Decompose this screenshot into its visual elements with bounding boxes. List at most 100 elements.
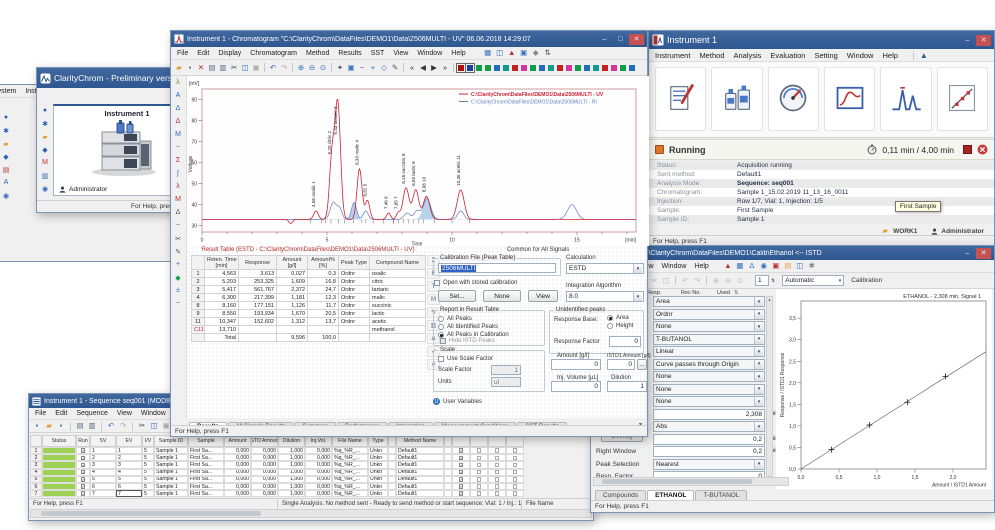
paste-icon[interactable]: ▣ bbox=[251, 63, 261, 73]
calibration-minimize-button[interactable]: – bbox=[960, 248, 975, 259]
menu-window[interactable]: Window bbox=[847, 51, 874, 60]
signal-color-square-5[interactable] bbox=[503, 65, 509, 71]
seq-col-Status[interactable]: Status bbox=[42, 435, 76, 447]
peak-icon[interactable]: ▲ bbox=[507, 48, 517, 58]
pen2-icon[interactable]: ✎ bbox=[171, 245, 185, 258]
sequence-row-5[interactable]: 5✓555Sample 1First Sa...0,0000,0001,0000… bbox=[30, 476, 524, 483]
export-icon[interactable]: ◆ bbox=[531, 48, 541, 58]
overlay-icon[interactable]: ▦ bbox=[483, 48, 493, 58]
result-row[interactable]: 1110,347152,6021,31213,7Ordnracetic bbox=[192, 318, 426, 326]
signal-color-square-4[interactable] bbox=[494, 65, 500, 71]
stack-icon[interactable]: ▣ bbox=[771, 261, 781, 271]
inj-volume-input[interactable]: 0 bbox=[551, 381, 601, 392]
level-icon[interactable]: ± bbox=[171, 284, 185, 297]
param-select-6[interactable]: None▾ bbox=[653, 371, 765, 382]
solvents-bottles-button[interactable] bbox=[711, 67, 762, 131]
result-col-Amount[interactable]: Amount[g/l] bbox=[277, 256, 308, 270]
axes-icon[interactable]: A bbox=[171, 89, 185, 102]
menu-window[interactable]: Window bbox=[662, 263, 687, 270]
result-col-Amount%[interactable]: Amount%[%] bbox=[308, 256, 339, 270]
signal-color-square-9[interactable] bbox=[539, 65, 545, 71]
seq-col-I/V[interactable]: I/V bbox=[142, 435, 154, 447]
menu-file[interactable]: File bbox=[35, 410, 46, 417]
signal-color-square-11[interactable] bbox=[557, 65, 563, 71]
menu-method[interactable]: Method bbox=[699, 51, 724, 60]
signal-color-square-14[interactable] bbox=[584, 65, 590, 71]
menu-window[interactable]: Window bbox=[417, 50, 442, 57]
checkbox-cell[interactable]: ✓ bbox=[452, 461, 470, 468]
close-file-icon[interactable]: ✕ bbox=[196, 63, 206, 73]
param-select-1[interactable]: Ordnr▾ bbox=[653, 309, 765, 320]
print-icon[interactable]: ▤ bbox=[207, 63, 217, 73]
single-analysis-button[interactable] bbox=[824, 67, 875, 131]
sequence-hscrollbar[interactable] bbox=[30, 509, 592, 518]
status-cell[interactable] bbox=[42, 469, 76, 476]
pen-icon[interactable]: ✎ bbox=[390, 63, 400, 73]
instrument-minimize-button[interactable]: – bbox=[960, 35, 975, 46]
chrom-close-button[interactable]: ✕ bbox=[629, 34, 644, 45]
menu-chromatogram[interactable]: Chromatogram bbox=[250, 50, 297, 57]
seq-col-0[interactable] bbox=[30, 435, 42, 447]
sequence-row-2[interactable]: 2✓225Sample 1First Sa...0,0000,0001,0000… bbox=[30, 454, 524, 461]
menu-help[interactable]: Help bbox=[882, 51, 897, 60]
first-chrom-icon[interactable]: « bbox=[407, 63, 417, 73]
spinner-arrows-icon[interactable]: ⇅ bbox=[771, 278, 775, 284]
more-button[interactable]: ... bbox=[637, 359, 647, 370]
param-input-9[interactable]: 2,308 bbox=[653, 409, 765, 420]
chromatogram-window-button[interactable] bbox=[880, 67, 931, 131]
sigma-icon[interactable]: Σ bbox=[171, 154, 185, 167]
checkbox-cell[interactable]: ✓ bbox=[452, 447, 470, 454]
calibration-chart[interactable]: ETHANOL - 2,308 min, Signal 10,00,51,01,… bbox=[776, 289, 992, 489]
param-select-8[interactable]: None▾ bbox=[653, 396, 765, 407]
copy-icon[interactable]: ◫ bbox=[240, 63, 250, 73]
result-col-Peak Type[interactable]: Peak Type bbox=[339, 256, 370, 270]
delta2-icon[interactable]: Δ bbox=[171, 206, 185, 219]
menu-method[interactable]: Method bbox=[306, 50, 329, 57]
signal-color-square-10[interactable] bbox=[548, 65, 554, 71]
menu-instrument[interactable]: Instrument bbox=[655, 51, 690, 60]
checkbox-cell[interactable]: ✓ bbox=[76, 476, 90, 483]
param-select-10[interactable]: Abs▾ bbox=[653, 421, 765, 432]
help-globe-icon[interactable]: ◉ bbox=[0, 189, 13, 202]
shield-icon[interactable]: ◆ bbox=[38, 143, 52, 156]
signal-color-square-12[interactable] bbox=[566, 65, 572, 71]
compare-icon[interactable]: ◫ bbox=[495, 48, 505, 58]
result-row[interactable]: C1113,710methanol bbox=[192, 326, 426, 334]
checkbox-cell[interactable]: ✓ bbox=[452, 483, 470, 490]
checkbox-cell[interactable]: ✓ bbox=[452, 454, 470, 461]
admin-badge[interactable]: Administrator bbox=[931, 228, 984, 235]
method-setup-button[interactable] bbox=[655, 67, 706, 131]
integrate-icon[interactable]: ∫ bbox=[171, 167, 185, 180]
sequence-row-1[interactable]: 1✓115Sample 1First Sa...0,0000,0001,0000… bbox=[30, 447, 524, 454]
cut-icon[interactable]: ✂ bbox=[229, 63, 239, 73]
signal-color-square-15[interactable] bbox=[593, 65, 599, 71]
method-icon[interactable]: M bbox=[38, 156, 52, 169]
menu-window[interactable]: Window bbox=[141, 410, 166, 417]
result-row[interactable]: 25,203253,3251,60916,8Ordnrcitric bbox=[192, 278, 426, 286]
menu-setting[interactable]: Setting bbox=[814, 51, 837, 60]
undo-icon[interactable]: ↶ bbox=[106, 421, 116, 431]
menu-view[interactable]: View bbox=[117, 410, 132, 417]
stop-button[interactable] bbox=[963, 145, 972, 154]
menu-file[interactable]: File bbox=[177, 50, 188, 57]
wavelength-icon[interactable]: λ bbox=[171, 76, 185, 89]
tab-compounds[interactable]: Compounds bbox=[595, 490, 646, 500]
undo-icon[interactable]: ↶ bbox=[680, 276, 690, 286]
istd-amount-input[interactable]: 0 bbox=[607, 359, 635, 370]
copy-icon[interactable]: ◫ bbox=[149, 421, 159, 431]
dilution-input[interactable]: 1 bbox=[607, 381, 647, 392]
delta-icon[interactable]: Δ bbox=[747, 261, 757, 271]
signal-color-square-13[interactable] bbox=[575, 65, 581, 71]
zoom-reset-icon[interactable]: ⊙ bbox=[735, 276, 745, 286]
status-cell[interactable] bbox=[42, 454, 76, 461]
open-with-stored-checkbox[interactable]: Open with stored calibration bbox=[434, 280, 517, 286]
info-icon[interactable]: ◉ bbox=[38, 182, 52, 195]
result-col-Reten. Time[interactable]: Reten. Time[min] bbox=[205, 256, 239, 270]
zoom-in-icon[interactable]: ⊕ bbox=[711, 276, 721, 286]
response-base-area[interactable]: Area bbox=[607, 315, 629, 321]
result-row[interactable]: 14,5633,6130,0270,3Ordnroxalic bbox=[192, 270, 426, 278]
fit-icon[interactable]: ◇ bbox=[379, 63, 389, 73]
preview-icon[interactable]: ▥ bbox=[87, 421, 97, 431]
chromatogram-titlebar[interactable]: Instrument 1 - Chromatogram "C:\ClarityC… bbox=[171, 31, 647, 47]
result-col-Response[interactable]: Response bbox=[239, 256, 277, 270]
